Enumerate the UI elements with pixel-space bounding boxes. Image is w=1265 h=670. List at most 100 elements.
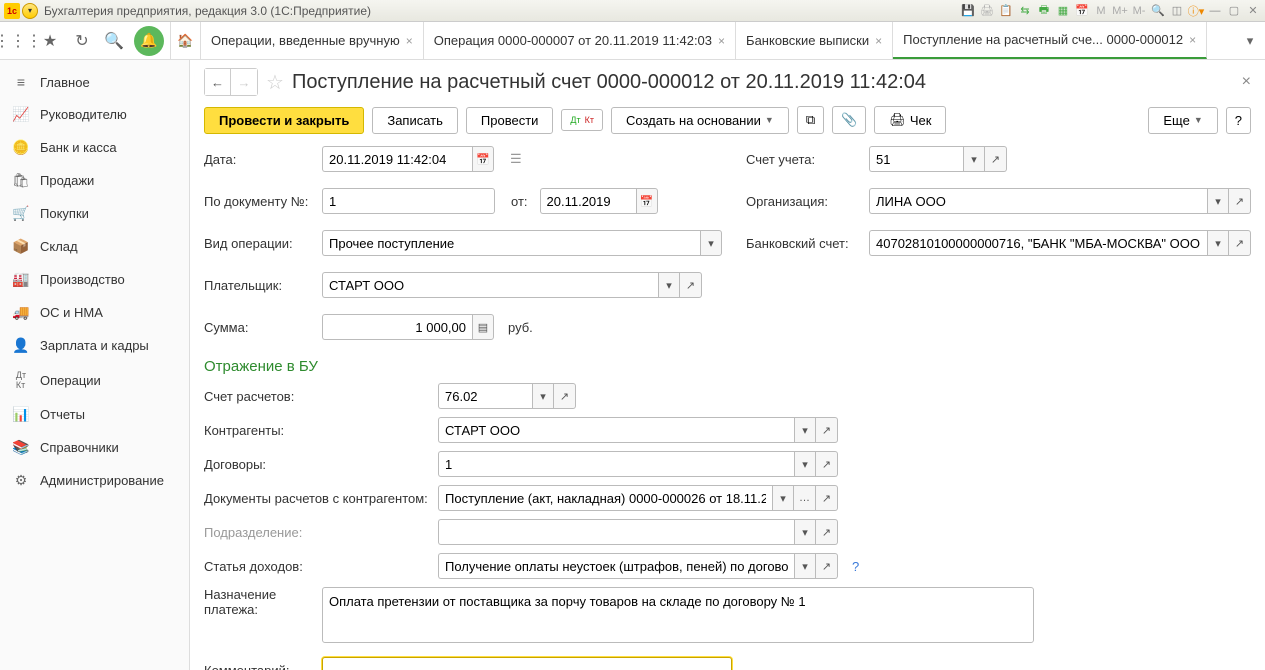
sidebar-item-production[interactable]: 🏭Производство: [0, 263, 189, 296]
tab-bank-statements[interactable]: Банковские выписки ×: [736, 22, 893, 59]
nav-forward-button[interactable]: →: [231, 69, 257, 95]
chevron-down-icon[interactable]: ▾: [794, 553, 816, 579]
sidebar-item-admin[interactable]: ⚙Администрирование: [0, 464, 189, 497]
home-tab-icon[interactable]: 🏠: [171, 22, 201, 59]
print-icon[interactable]: 🖨: [979, 3, 995, 19]
post-button[interactable]: Провести: [466, 107, 554, 134]
calendar-icon[interactable]: 📅: [1074, 3, 1090, 19]
calendar-picker-icon[interactable]: 📅: [636, 188, 658, 214]
notifications-icon[interactable]: 🔔: [134, 26, 164, 56]
tab-operation-doc[interactable]: Операция 0000-000007 от 20.11.2019 11:42…: [424, 22, 736, 59]
sidebar-item-manager[interactable]: 📈Руководителю: [0, 98, 189, 131]
sum-input[interactable]: [322, 314, 472, 340]
list-icon[interactable]: ☰: [510, 151, 522, 167]
save-button[interactable]: Записать: [372, 107, 458, 134]
tab-menu-button[interactable]: ▾: [1235, 22, 1265, 59]
from-date-input[interactable]: [540, 188, 636, 214]
sidebar-item-bank[interactable]: 🪙Банк и касса: [0, 131, 189, 164]
history-icon[interactable]: ↻: [70, 29, 94, 53]
chevron-down-icon[interactable]: ▾: [794, 519, 816, 545]
org-input[interactable]: [869, 188, 1207, 214]
doc-num-input[interactable]: [322, 188, 495, 214]
chevron-down-icon[interactable]: ▾: [532, 383, 554, 409]
open-icon[interactable]: ↗: [1229, 188, 1251, 214]
open-icon[interactable]: ↗: [816, 519, 838, 545]
panels-icon[interactable]: ◫: [1169, 3, 1185, 19]
date-input[interactable]: [322, 146, 472, 172]
close-window-icon[interactable]: ✕: [1245, 3, 1261, 19]
sidebar-item-assets[interactable]: 🚚ОС и НМА: [0, 296, 189, 329]
dtkt-button[interactable]: ДтКт: [561, 109, 603, 131]
print2-icon[interactable]: 🖶: [1036, 3, 1052, 19]
favorite-star-icon[interactable]: ☆: [266, 70, 284, 95]
post-and-close-button[interactable]: Провести и закрыть: [204, 107, 364, 134]
calendar-picker-icon[interactable]: 📅: [472, 146, 494, 172]
chevron-down-icon[interactable]: ▾: [700, 230, 722, 256]
grid-icon[interactable]: ▦: [1055, 3, 1071, 19]
search-icon[interactable]: 🔍: [102, 29, 126, 53]
close-icon[interactable]: ×: [1189, 33, 1196, 47]
open-icon[interactable]: ↗: [985, 146, 1007, 172]
close-icon[interactable]: ×: [718, 34, 725, 48]
m-icon[interactable]: M: [1093, 3, 1109, 19]
copy-icon[interactable]: 📋: [998, 3, 1014, 19]
ellipsis-icon[interactable]: …: [794, 485, 816, 511]
contracts-input[interactable]: [438, 451, 794, 477]
m-plus-icon[interactable]: M+: [1112, 3, 1128, 19]
titlebar-dropdown-icon[interactable]: ▾: [22, 3, 38, 19]
chevron-down-icon[interactable]: ▾: [772, 485, 794, 511]
info-icon[interactable]: ⓘ▾: [1188, 3, 1204, 19]
payer-input[interactable]: [322, 272, 658, 298]
settle-docs-input[interactable]: [438, 485, 772, 511]
favorite-icon[interactable]: ★: [38, 29, 62, 53]
close-icon[interactable]: ×: [875, 34, 882, 48]
chevron-down-icon[interactable]: ▾: [1207, 230, 1229, 256]
attachment-button[interactable]: 📎: [832, 106, 866, 134]
chevron-down-icon[interactable]: ▾: [794, 451, 816, 477]
save-icon[interactable]: 💾: [960, 3, 976, 19]
m-minus-icon[interactable]: M-: [1131, 3, 1147, 19]
income-item-input[interactable]: [438, 553, 794, 579]
chevron-down-icon[interactable]: ▾: [1207, 188, 1229, 214]
maximize-icon[interactable]: ▢: [1226, 3, 1242, 19]
check-button[interactable]: 🖨Чек: [874, 106, 946, 134]
sidebar-item-sales[interactable]: 🛍Продажи: [0, 164, 189, 197]
structure-button[interactable]: ⧉: [797, 106, 824, 134]
sidebar-item-reports[interactable]: 📊Отчеты: [0, 398, 189, 431]
settle-account-input[interactable]: [438, 383, 532, 409]
comment-input[interactable]: [322, 657, 732, 670]
open-icon[interactable]: ↗: [1229, 230, 1251, 256]
account-input[interactable]: [869, 146, 963, 172]
open-icon[interactable]: ↗: [816, 417, 838, 443]
minimize-icon[interactable]: —: [1207, 3, 1223, 19]
bank-account-input[interactable]: [869, 230, 1207, 256]
contractors-input[interactable]: [438, 417, 794, 443]
sidebar-item-stock[interactable]: 📦Склад: [0, 230, 189, 263]
open-icon[interactable]: ↗: [816, 553, 838, 579]
create-based-button[interactable]: Создать на основании▼: [611, 107, 789, 134]
help-icon[interactable]: ?: [852, 559, 859, 574]
chevron-down-icon[interactable]: ▾: [794, 417, 816, 443]
sidebar-item-operations[interactable]: ДтКтОперации: [0, 362, 189, 398]
division-input[interactable]: [438, 519, 794, 545]
help-button[interactable]: ?: [1226, 107, 1251, 134]
apps-icon[interactable]: ⋮⋮⋮: [6, 29, 30, 53]
op-type-input[interactable]: [322, 230, 700, 256]
nav-back-button[interactable]: ←: [205, 69, 231, 95]
purpose-textarea[interactable]: [322, 587, 1034, 643]
open-icon[interactable]: ↗: [554, 383, 576, 409]
sidebar-item-purchases[interactable]: 🛒Покупки: [0, 197, 189, 230]
close-icon[interactable]: ×: [406, 34, 413, 48]
sidebar-item-catalogs[interactable]: 📚Справочники: [0, 431, 189, 464]
close-page-icon[interactable]: ×: [1242, 73, 1251, 91]
chevron-down-icon[interactable]: ▾: [658, 272, 680, 298]
chevron-down-icon[interactable]: ▾: [963, 146, 985, 172]
sidebar-item-hr[interactable]: 👤Зарплата и кадры: [0, 329, 189, 362]
open-icon[interactable]: ↗: [816, 485, 838, 511]
calc-icon[interactable]: ▤: [472, 314, 494, 340]
zoom-icon[interactable]: 🔍: [1150, 3, 1166, 19]
more-button[interactable]: Еще▼: [1148, 107, 1217, 134]
compare-icon[interactable]: ⇆: [1017, 3, 1033, 19]
tab-operations-manual[interactable]: Операции, введенные вручную ×: [201, 22, 424, 59]
sidebar-item-main[interactable]: ≡Главное: [0, 66, 189, 98]
